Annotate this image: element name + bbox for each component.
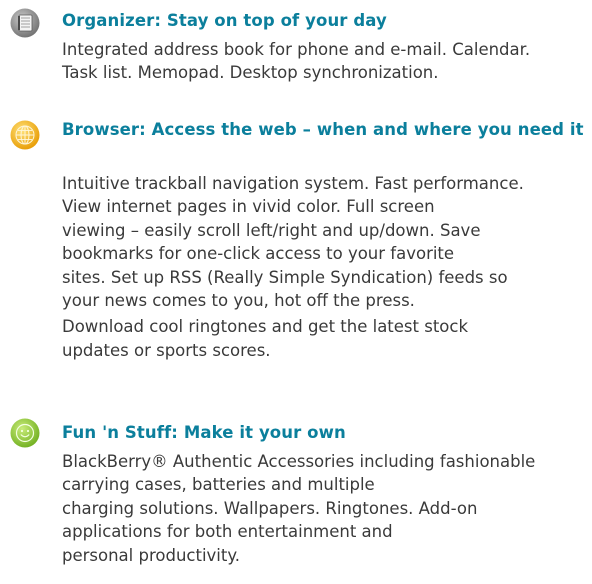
fun-description-line: BlackBerry® Authentic Accessories includ… xyxy=(62,452,536,471)
browser-description-line: sites. Set up RSS (Really Simple Syndica… xyxy=(62,267,508,287)
browser-description-line: your news comes to you, hot off the pres… xyxy=(62,291,415,311)
browser-description: Intuitive trackball navigation system. F… xyxy=(62,172,524,362)
browser-description-line: View internet pages in vivid color. Full… xyxy=(62,197,435,217)
browser-heading-line: when and where you need it xyxy=(316,120,584,139)
fun-description: BlackBerry® Authentic Accessories includ… xyxy=(62,450,535,567)
browser-description-line: bookmarks for one-click access to your f… xyxy=(62,244,455,264)
browser-description-line: updates or sports scores. xyxy=(62,340,271,360)
organizer-description: Integrated address book for phone and e-… xyxy=(62,38,530,85)
organizer-description-line: Integrated address book for phone and e-… xyxy=(62,40,531,59)
fun-description-line: charging solutions. Wallpapers. Ringtone… xyxy=(62,498,478,518)
fun-heading-line: Fun 'n Stuff: Make it your own xyxy=(62,423,346,442)
browser-heading: Browser: Access the web – when and where… xyxy=(62,119,584,141)
fun-description-line: personal productivity. xyxy=(62,545,241,565)
organizer-description-line: Task list. Memopad. Desktop synchronizat… xyxy=(62,63,439,83)
smiley-face-icon xyxy=(10,418,40,448)
organizer-heading-line: Organizer: Stay on top of your day xyxy=(62,11,387,30)
browser-heading-line: Browser: Access the web – xyxy=(62,120,312,139)
browser-description-line: viewing – easily scroll left/right and u… xyxy=(62,220,481,240)
browser-globe-icon xyxy=(10,120,40,150)
fun-description-line: carrying cases, batteries and multiple xyxy=(62,475,375,495)
organizer-heading: Organizer: Stay on top of your day xyxy=(62,10,387,32)
browser-description-line: Download cool ringtones and get the late… xyxy=(62,317,469,337)
fun-description-line: applications for both entertainment and xyxy=(62,522,393,542)
organizer-icon xyxy=(10,8,40,38)
fun-heading: Fun 'n Stuff: Make it your own xyxy=(62,422,346,444)
browser-description-line: Intuitive trackball navigation system. F… xyxy=(62,174,524,193)
